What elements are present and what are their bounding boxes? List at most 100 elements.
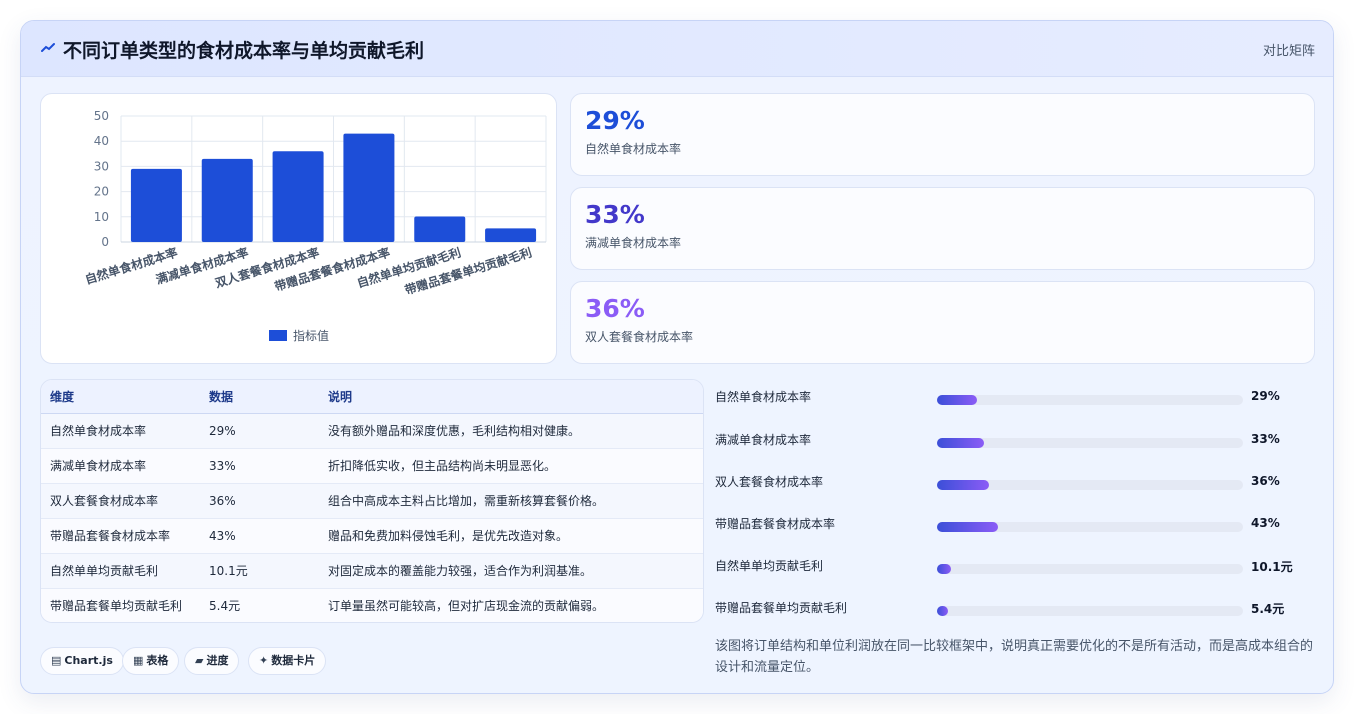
table-cell: 带赠品套餐单均贡献毛利	[41, 588, 200, 622]
progress-label: 带赠品套餐食材成本率	[715, 517, 836, 531]
progress-track	[937, 395, 1243, 405]
legend-label: 指标值	[293, 328, 329, 343]
kpi-value: 33%	[585, 200, 645, 229]
bar	[130, 168, 182, 242]
y-tick-label: 50	[94, 109, 109, 123]
table-cell: 29%	[200, 413, 319, 449]
progress-value: 29%	[1251, 389, 1280, 403]
y-tick-label: 0	[101, 235, 109, 249]
table-row: 满减单食材成本率 33% 折扣降低实收，但主品结构尚未明显恶化。	[41, 448, 703, 484]
y-tick-label: 40	[94, 134, 109, 148]
progress-track	[937, 522, 1243, 532]
table-cell: 5.4元	[200, 588, 319, 622]
progress-fill	[937, 480, 990, 490]
table-header-row: 维度 数据 说明	[41, 380, 703, 414]
table-row: 带赠品套餐食材成本率 43% 赠品和免费加料侵蚀毛利，是优先改造对象。	[41, 518, 703, 554]
progress-fill	[937, 438, 985, 448]
view-badge: 对比矩阵	[1262, 44, 1315, 59]
bar	[201, 158, 253, 242]
progress-row: 自然单单均贡献毛利 10.1元	[715, 554, 1315, 576]
progress-fill	[937, 606, 948, 616]
x-tick-label: 带赠品套餐食材成本率	[273, 245, 392, 294]
progress-track	[937, 438, 1243, 448]
page-title: 不同订单类型的食材成本率与单均贡献毛利	[63, 40, 425, 62]
progress-fill	[937, 395, 977, 405]
table-header-cell: 维度	[41, 380, 200, 414]
legend-swatch	[269, 330, 287, 341]
dashboard-frame: 不同订单类型的食材成本率与单均贡献毛利 对比矩阵 0 10 20 30 40 50 自然单食…	[20, 20, 1334, 694]
table-cell: 订单量虽然可能较高，但对扩店现金流的贡献偏弱。	[319, 588, 703, 622]
table-cell: 33%	[200, 448, 319, 484]
table-cell: 没有额外赠品和深度优惠，毛利结构相对健康。	[319, 413, 703, 449]
bar	[485, 228, 537, 242]
summary-note: 该图将订单结构和单位利润放在同一比较框架中，说明真正需要优化的不是所有活动，而是…	[715, 639, 1314, 675]
progress-value: 36%	[1251, 474, 1280, 488]
progress-value: 43%	[1251, 516, 1280, 530]
table-row: 自然单单均贡献毛利 10.1元 对固定成本的覆盖能力较强，适合作为利润基准。	[41, 553, 703, 589]
table-cell: 带赠品套餐食材成本率	[41, 518, 200, 554]
data-table-card: 维度 数据 说明 自然单食材成本率 29% 没有额外赠品和深度优惠，毛利结构相对…	[40, 379, 704, 623]
table-cell: 36%	[200, 483, 319, 519]
table-row: 带赠品套餐单均贡献毛利 5.4元 订单量虽然可能较高，但对扩店现金流的贡献偏弱。	[41, 588, 703, 622]
kpi-value: 36%	[585, 294, 645, 323]
table-cell: 43%	[200, 518, 319, 554]
data-table: 维度 数据 说明 自然单食材成本率 29% 没有额外赠品和深度优惠，毛利结构相对…	[41, 380, 703, 622]
card-icon: ✦	[259, 654, 269, 667]
progress-row: 双人套餐食材成本率 36%	[715, 470, 1315, 492]
table-icon: ▦	[133, 654, 144, 667]
bar	[414, 216, 466, 242]
table-header-cell: 说明	[319, 380, 703, 414]
progress-value: 5.4元	[1251, 602, 1285, 616]
header-bar: 不同订单类型的食材成本率与单均贡献毛利 对比矩阵	[21, 21, 1333, 77]
table-header-cell: 数据	[200, 380, 319, 414]
bar	[343, 133, 395, 242]
pill-table[interactable]: ▦ 表格	[122, 647, 180, 675]
kpi-label: 自然单食材成本率	[585, 142, 682, 156]
progress-track	[937, 480, 1243, 490]
kpi-label: 双人套餐食材成本率	[585, 330, 694, 344]
table-row: 自然单食材成本率 29% 没有额外赠品和深度优惠，毛利结构相对健康。	[41, 413, 703, 449]
pill-data-card[interactable]: ✦ 数据卡片	[248, 647, 327, 675]
y-tick-label: 20	[94, 185, 109, 199]
table-cell: 折扣降低实收，但主品结构尚未明显恶化。	[319, 448, 703, 484]
progress-label: 自然单食材成本率	[715, 390, 812, 404]
progress-row: 满减单食材成本率 33%	[715, 428, 1315, 450]
table-cell: 对固定成本的覆盖能力较强，适合作为利润基准。	[319, 553, 703, 589]
pill-chartjs[interactable]: ▤ Chart.js	[40, 647, 124, 675]
pill-label: 数据卡片	[271, 654, 316, 667]
table-cell: 组合中高成本主料占比增加，需重新核算套餐价格。	[319, 483, 703, 519]
pill-label: 进度	[206, 654, 229, 667]
table-cell: 满减单食材成本率	[41, 448, 200, 484]
pill-label: 表格	[146, 654, 169, 667]
progress-label: 带赠品套餐单均贡献毛利	[715, 601, 848, 615]
progress-row: 带赠品套餐单均贡献毛利 5.4元	[715, 596, 1315, 618]
table-cell: 双人套餐食材成本率	[41, 483, 200, 519]
progress-value: 33%	[1251, 432, 1280, 446]
table-cell: 自然单单均贡献毛利	[41, 553, 200, 589]
progress-fill	[937, 522, 999, 532]
y-tick-label: 10	[94, 210, 109, 224]
kpi-card-2: 33% 满减单食材成本率	[570, 187, 1315, 270]
bar	[272, 151, 324, 242]
table-row: 双人套餐食材成本率 36% 组合中高成本主料占比增加，需重新核算套餐价格。	[41, 483, 703, 519]
pill-label: Chart.js	[64, 654, 113, 667]
kpi-card-1: 29% 自然单食材成本率	[570, 93, 1315, 176]
progress-track	[937, 606, 1243, 616]
progress-label: 双人套餐食材成本率	[715, 475, 824, 489]
bar-chart: 01020304050自然单食材成本率满减单食材成本率双人套餐食材成本率带赠品套…	[83, 109, 547, 343]
progress-fill	[937, 564, 951, 574]
progress-value: 10.1元	[1251, 560, 1293, 574]
bar-chart-card: 0 10 20 30 40 50 自然单食材成本率 满减单食材成本率 双人套餐食材成本率 带赠品套…	[40, 93, 557, 364]
pill-progress[interactable]: ▰ 进度	[184, 647, 240, 675]
progress-label: 满减单食材成本率	[715, 433, 812, 447]
table-cell: 赠品和免费加料侵蚀毛利，是优先改造对象。	[319, 518, 703, 554]
kpi-value: 29%	[585, 106, 645, 135]
progress-row: 带赠品套餐食材成本率 43%	[715, 512, 1315, 534]
table-cell: 自然单食材成本率	[41, 413, 200, 449]
kpi-label: 满减单食材成本率	[585, 236, 682, 250]
chart-icon: ▤	[51, 654, 62, 667]
trend-icon	[41, 43, 55, 52]
table-cell: 10.1元	[200, 553, 319, 589]
progress-label: 自然单单均贡献毛利	[715, 559, 824, 573]
progress-icon: ▰	[195, 654, 204, 667]
